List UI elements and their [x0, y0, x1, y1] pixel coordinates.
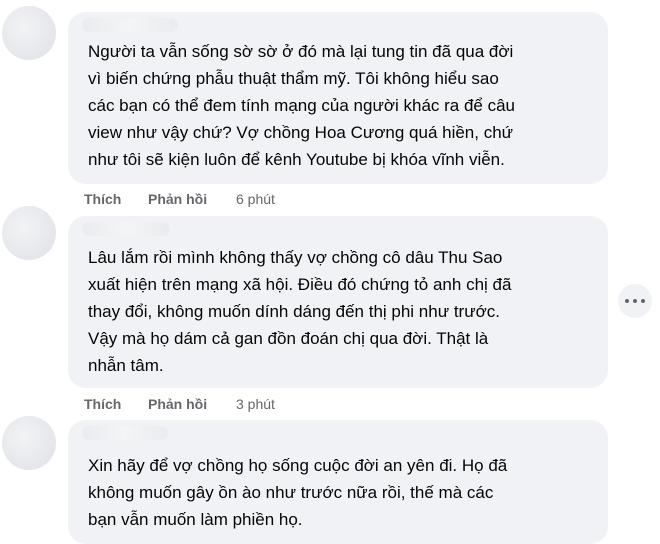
comment-text: Người ta vẫn sống sờ sờ ở đó mà lại tung…	[88, 42, 516, 169]
comment-actions: Thích Phản hồi 3 phút	[84, 396, 275, 412]
like-button[interactable]: Thích	[84, 191, 148, 207]
author-name[interactable]	[82, 18, 178, 32]
comment-bubble: Lâu lắm rồi mình không thấy vợ chồng cô …	[68, 216, 608, 388]
author-name[interactable]	[82, 426, 168, 440]
more-options-button[interactable]	[618, 284, 652, 318]
comment-actions: Thích Phản hồi 6 phút	[84, 191, 275, 207]
avatar[interactable]	[2, 6, 56, 60]
comment-bubble: Người ta vẫn sống sờ sờ ở đó mà lại tung…	[68, 12, 608, 184]
comment-bubble: Xin hãy để vợ chồng họ sống cuộc đời an …	[68, 420, 608, 544]
like-button[interactable]: Thích	[84, 396, 148, 412]
avatar[interactable]	[2, 206, 56, 260]
reply-button[interactable]: Phản hồi	[148, 396, 236, 412]
comment-timestamp[interactable]: 6 phút	[236, 191, 275, 207]
more-horizontal-icon	[625, 299, 629, 303]
comment-text: Xin hãy để vợ chồng họ sống cuộc đời an …	[88, 456, 508, 529]
avatar[interactable]	[2, 416, 56, 470]
comment-timestamp[interactable]: 3 phút	[236, 396, 275, 412]
author-name[interactable]	[82, 222, 170, 236]
reply-button[interactable]: Phản hồi	[148, 191, 236, 207]
more-horizontal-icon	[641, 299, 645, 303]
comment-text: Lâu lắm rồi mình không thấy vợ chồng cô …	[88, 248, 512, 375]
more-horizontal-icon	[633, 299, 637, 303]
